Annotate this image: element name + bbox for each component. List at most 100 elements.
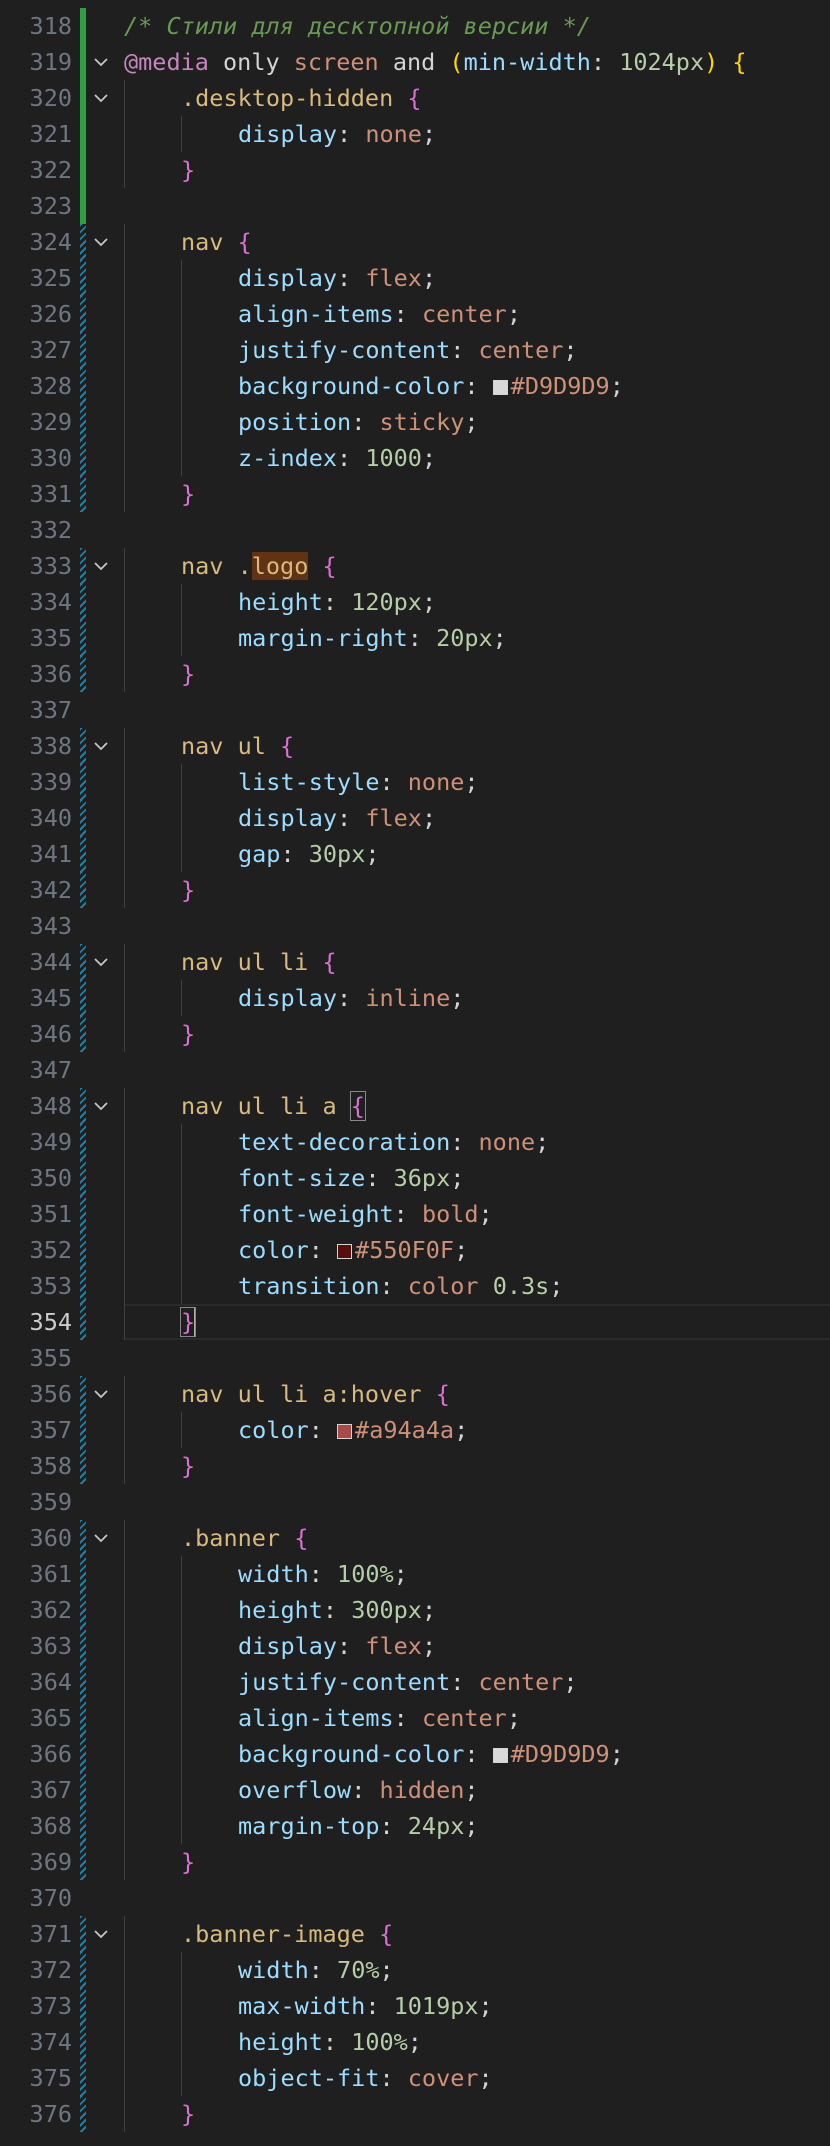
code-line[interactable]: 369} bbox=[0, 1844, 830, 1881]
git-modified-marker[interactable] bbox=[80, 728, 86, 765]
git-modified-marker[interactable] bbox=[80, 1592, 86, 1629]
code-line[interactable]: 366 background-color: #D9D9D9; bbox=[0, 1736, 830, 1773]
git-modified-marker[interactable] bbox=[80, 224, 86, 261]
color-swatch-icon[interactable] bbox=[492, 380, 508, 396]
code-line[interactable]: 344 nav ul li { bbox=[0, 944, 830, 981]
git-modified-marker[interactable] bbox=[80, 620, 86, 657]
code-line[interactable]: 342} bbox=[0, 872, 830, 909]
code-line[interactable]: 335 margin-right: 20px; bbox=[0, 620, 830, 657]
git-modified-marker[interactable] bbox=[80, 980, 86, 1017]
git-modified-marker[interactable] bbox=[80, 332, 86, 369]
git-modified-marker[interactable] bbox=[80, 1772, 86, 1809]
code-line[interactable]: 362 height: 300px; bbox=[0, 1592, 830, 1629]
code-editor[interactable]: 318 /* Стили для десктопной версии */ 319 @… bbox=[0, 0, 830, 2146]
git-modified-marker[interactable] bbox=[80, 656, 86, 693]
code-line[interactable]: 339 list-style: none; bbox=[0, 764, 830, 801]
git-modified-marker[interactable] bbox=[80, 1844, 86, 1881]
code-line[interactable]: 326 align-items: center; bbox=[0, 296, 830, 333]
color-swatch-icon[interactable] bbox=[492, 1748, 508, 1764]
code-line[interactable]: 356 nav ul li a:hover { bbox=[0, 1376, 830, 1413]
git-modified-marker[interactable] bbox=[80, 1916, 86, 1953]
git-modified-marker[interactable] bbox=[80, 368, 86, 405]
git-modified-marker[interactable] bbox=[80, 1448, 86, 1485]
code-line[interactable]: 336} bbox=[0, 656, 830, 693]
code-line[interactable]: 363 display: flex; bbox=[0, 1628, 830, 1665]
code-line[interactable]: 328 background-color: #D9D9D9; bbox=[0, 368, 830, 405]
fold-chevron-icon[interactable] bbox=[92, 1088, 110, 1124]
fold-chevron-icon[interactable] bbox=[92, 1916, 110, 1952]
code-line[interactable]: 330 z-index: 1000; bbox=[0, 440, 830, 477]
git-added-marker[interactable] bbox=[80, 188, 86, 225]
git-modified-marker[interactable] bbox=[80, 1088, 86, 1125]
code-line[interactable]: 358} bbox=[0, 1448, 830, 1485]
code-line[interactable]: 340 display: flex; bbox=[0, 800, 830, 837]
fold-chevron-icon[interactable] bbox=[92, 1376, 110, 1412]
code-line[interactable]: 319 @media only screen and (min-width: 10… bbox=[0, 44, 830, 80]
git-modified-marker[interactable] bbox=[80, 1304, 86, 1341]
git-modified-marker[interactable] bbox=[80, 1700, 86, 1737]
code-line[interactable]: 347 bbox=[0, 1052, 830, 1088]
git-modified-marker[interactable] bbox=[80, 1376, 86, 1413]
code-line[interactable]: 368 margin-top: 24px; bbox=[0, 1808, 830, 1845]
code-line[interactable]: 323 bbox=[0, 188, 830, 225]
code-line[interactable]: 325 display: flex; bbox=[0, 260, 830, 297]
code-line[interactable]: 327 justify-content: center; bbox=[0, 332, 830, 369]
code-line[interactable]: 359 bbox=[0, 1484, 830, 1520]
git-modified-marker[interactable] bbox=[80, 1736, 86, 1773]
git-added-marker[interactable] bbox=[80, 152, 86, 189]
git-modified-marker[interactable] bbox=[80, 764, 86, 801]
git-modified-marker[interactable] bbox=[80, 1664, 86, 1701]
git-modified-marker[interactable] bbox=[80, 296, 86, 333]
git-modified-marker[interactable] bbox=[80, 800, 86, 837]
color-swatch-icon[interactable] bbox=[337, 1424, 353, 1440]
code-line[interactable]: 360 .banner { bbox=[0, 1520, 830, 1557]
code-line[interactable]: 324 nav { bbox=[0, 224, 830, 261]
code-line[interactable]: 345 display: inline; bbox=[0, 980, 830, 1017]
fold-chevron-icon[interactable] bbox=[92, 548, 110, 584]
code-line[interactable]: 372 width: 70%; bbox=[0, 1952, 830, 1989]
git-modified-marker[interactable] bbox=[80, 1268, 86, 1305]
git-added-marker[interactable] bbox=[80, 8, 86, 44]
code-line[interactable]: 353 transition: color 0.3s; bbox=[0, 1268, 830, 1305]
code-line[interactable]: 376} bbox=[0, 2096, 830, 2133]
code-line[interactable]: 341 gap: 30px; bbox=[0, 836, 830, 873]
code-line[interactable]: 329 position: sticky; bbox=[0, 404, 830, 441]
code-line[interactable]: 354} bbox=[0, 1304, 830, 1341]
code-line[interactable]: 318 /* Стили для десктопной версии */ bbox=[0, 8, 830, 44]
code-line[interactable]: 352 color: #550F0F; bbox=[0, 1232, 830, 1269]
git-modified-marker[interactable] bbox=[80, 1016, 86, 1053]
git-modified-marker[interactable] bbox=[80, 2024, 86, 2061]
code-line[interactable]: 370 bbox=[0, 1880, 830, 1916]
git-modified-marker[interactable] bbox=[80, 1808, 86, 1845]
fold-chevron-icon[interactable] bbox=[92, 80, 110, 116]
git-modified-marker[interactable] bbox=[80, 1988, 86, 2025]
code-line[interactable]: 322} bbox=[0, 152, 830, 189]
code-line[interactable]: 364 justify-content: center; bbox=[0, 1664, 830, 1701]
git-modified-marker[interactable] bbox=[80, 1196, 86, 1233]
code-line[interactable]: 333 nav .logo { bbox=[0, 548, 830, 585]
code-line[interactable]: 338 nav ul { bbox=[0, 728, 830, 765]
color-swatch-icon[interactable] bbox=[337, 1244, 353, 1260]
code-line[interactable]: 343 bbox=[0, 908, 830, 944]
git-modified-marker[interactable] bbox=[80, 1952, 86, 1989]
git-modified-marker[interactable] bbox=[80, 440, 86, 477]
git-modified-marker[interactable] bbox=[80, 1628, 86, 1665]
git-modified-marker[interactable] bbox=[80, 872, 86, 909]
git-modified-marker[interactable] bbox=[80, 1556, 86, 1593]
code-line[interactable]: 349 text-decoration: none; bbox=[0, 1124, 830, 1161]
git-modified-marker[interactable] bbox=[80, 836, 86, 873]
git-modified-marker[interactable] bbox=[80, 944, 86, 981]
code-line[interactable]: 350 font-size: 36px; bbox=[0, 1160, 830, 1197]
code-line[interactable]: 355 bbox=[0, 1340, 830, 1376]
code-line[interactable]: 337 bbox=[0, 692, 830, 728]
git-modified-marker[interactable] bbox=[80, 404, 86, 441]
fold-chevron-icon[interactable] bbox=[92, 224, 110, 260]
code-line[interactable]: 331} bbox=[0, 476, 830, 513]
code-line[interactable]: 332 bbox=[0, 512, 830, 548]
git-added-marker[interactable] bbox=[80, 44, 86, 80]
git-added-marker[interactable] bbox=[80, 116, 86, 153]
code-line[interactable]: 371 .banner-image { bbox=[0, 1916, 830, 1953]
code-line[interactable]: 357 color: #a94a4a; bbox=[0, 1412, 830, 1449]
fold-chevron-icon[interactable] bbox=[92, 1520, 110, 1556]
git-modified-marker[interactable] bbox=[80, 1124, 86, 1161]
